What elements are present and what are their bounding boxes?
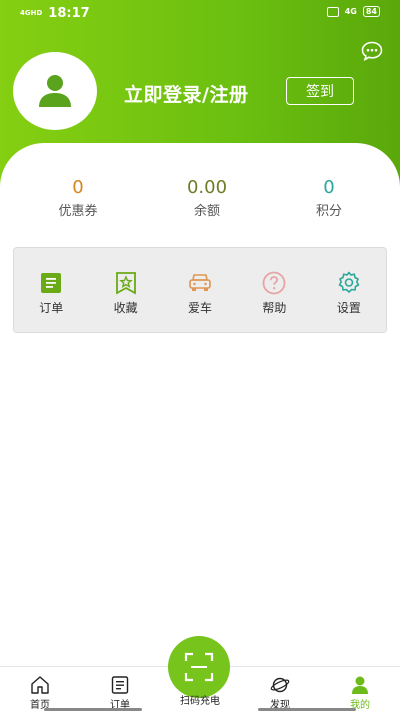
- menu-label: 订单: [39, 301, 64, 315]
- status-left: 4GHD 18:17: [20, 6, 90, 21]
- account-stats: 0 优惠券 0.00 余额 0 积分: [0, 178, 400, 220]
- menu-item-favorites[interactable]: 收藏: [88, 248, 162, 332]
- network-indicator: 4GHD: [20, 9, 43, 17]
- stat-label: 优惠券: [58, 204, 98, 219]
- quick-menu: 订单 收藏 爱车 帮助 设置: [13, 247, 387, 333]
- menu-label: 收藏: [113, 301, 138, 315]
- menu-item-help[interactable]: 帮助: [237, 248, 311, 332]
- settings-icon: [338, 271, 360, 293]
- help-icon: [263, 271, 286, 295]
- order-icon: [41, 273, 62, 293]
- avatar[interactable]: [13, 52, 97, 130]
- order-icon: [111, 676, 129, 694]
- tab-discover[interactable]: 发现: [250, 667, 310, 711]
- stat-balance[interactable]: 0.00 余额: [157, 177, 257, 220]
- scan-charge-label: 扫码充电: [180, 696, 220, 707]
- home-icon: [31, 676, 49, 694]
- stat-value: 0: [323, 177, 335, 198]
- stat-points[interactable]: 0 积分: [279, 177, 379, 220]
- tab-orders[interactable]: 订单: [90, 667, 150, 711]
- menu-label: 帮助: [262, 301, 287, 315]
- stat-label: 余额: [193, 204, 220, 219]
- status-right: 4G 84: [326, 6, 380, 17]
- scan-charge-button[interactable]: [168, 636, 230, 698]
- favorite-icon: [115, 272, 136, 295]
- menu-label: 爱车: [188, 301, 213, 315]
- menu-item-settings[interactable]: 设置: [312, 248, 386, 332]
- status-time: 18:17: [48, 6, 90, 21]
- stat-coupons[interactable]: 0 优惠券: [28, 177, 128, 220]
- tab-home[interactable]: 首页: [10, 667, 70, 711]
- signin-button[interactable]: 签到: [286, 77, 354, 105]
- tab-mine[interactable]: 我的: [330, 667, 390, 711]
- status-bar: 4GHD 18:17 4G 84: [0, 0, 400, 26]
- battery-icon: 84: [362, 6, 380, 17]
- menu-label: 设置: [336, 301, 361, 315]
- car-icon: [189, 274, 211, 291]
- signal-indicator: 4G: [344, 7, 357, 16]
- login-register-link[interactable]: 立即登录/注册: [124, 80, 248, 107]
- stat-value: 0: [72, 177, 84, 198]
- content-sheet: [0, 143, 400, 683]
- planet-icon: [270, 677, 290, 693]
- message-icon[interactable]: [361, 41, 383, 61]
- menu-item-orders[interactable]: 订单: [14, 248, 88, 332]
- battery-level: 84: [365, 7, 377, 16]
- user-icon: [39, 75, 71, 107]
- vibrate-icon: [326, 6, 339, 17]
- stat-label: 积分: [315, 204, 342, 219]
- scan-icon: [184, 652, 214, 682]
- user-icon: [352, 676, 368, 694]
- menu-item-car[interactable]: 爱车: [163, 248, 237, 332]
- stat-value: 0.00: [186, 177, 228, 198]
